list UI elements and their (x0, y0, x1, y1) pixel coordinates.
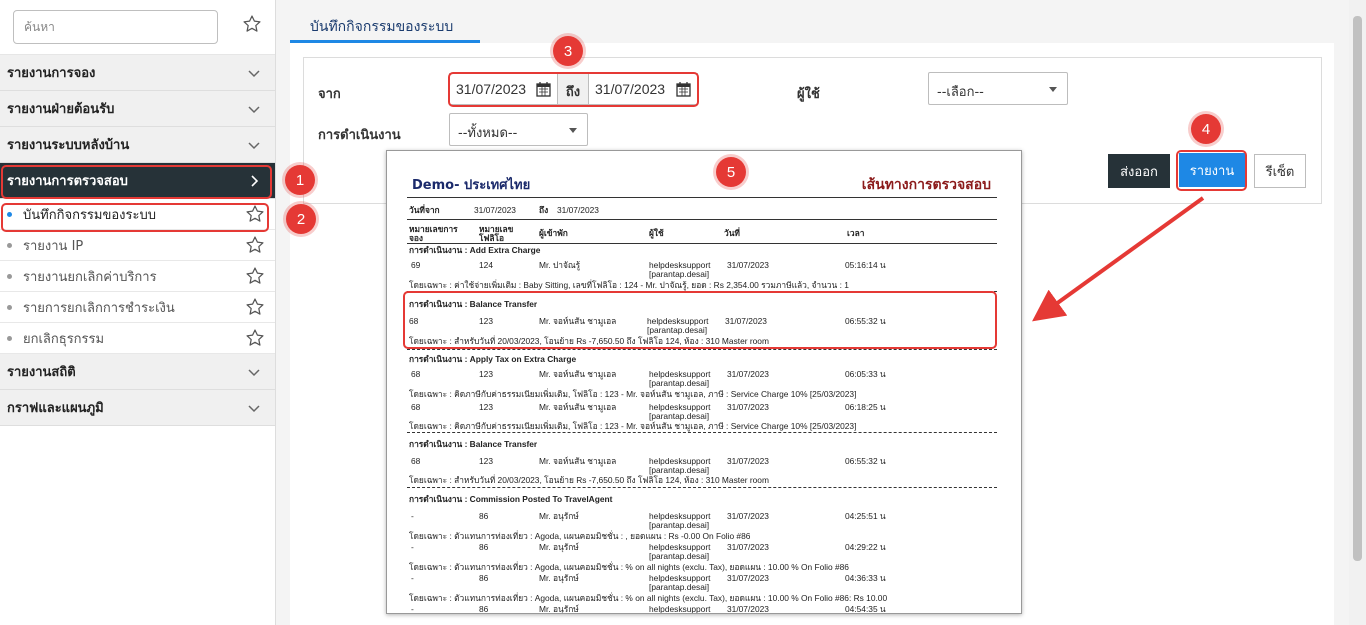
scrollbar-thumb[interactable] (1353, 16, 1362, 561)
pointer-arrow-icon (1032, 196, 1205, 322)
page-scrollbar[interactable] (1349, 0, 1366, 625)
